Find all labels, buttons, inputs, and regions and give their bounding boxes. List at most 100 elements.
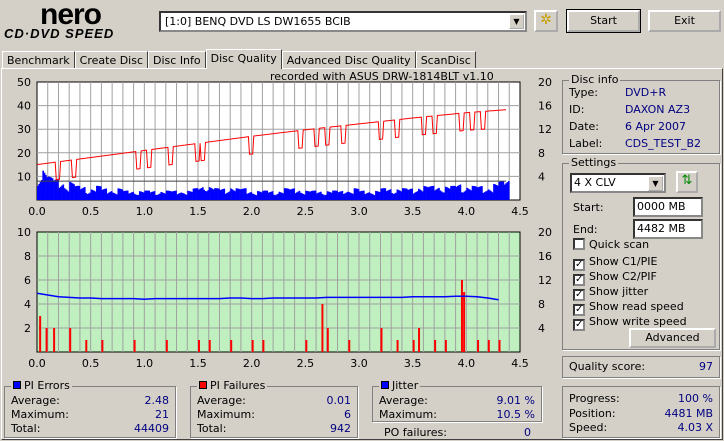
- y2-tick-label: 16: [538, 250, 552, 263]
- advanced-button[interactable]: Advanced: [629, 328, 716, 348]
- tab-disc-info[interactable]: Disc Info: [148, 51, 206, 69]
- pif-bar: [198, 340, 200, 352]
- refresh-icon[interactable]: ⇅: [676, 171, 698, 193]
- max-label: Maximum:: [11, 408, 69, 421]
- x-tick-label: 0.0: [28, 205, 46, 218]
- pif-bar: [305, 340, 308, 352]
- x-tick-label: 0.5: [82, 205, 100, 218]
- x-tick-label: 1.0: [136, 205, 154, 218]
- po-failures-label: PO failures:: [384, 426, 447, 439]
- settings-title: Settings: [569, 156, 619, 169]
- pif-bar: [69, 328, 72, 352]
- y-tick-label: 10: [17, 226, 31, 239]
- progress-label: Progress:: [569, 392, 620, 405]
- pif-bar: [321, 304, 324, 352]
- avg-label: Average:: [379, 394, 428, 407]
- disc-info-title: Disc info: [569, 73, 621, 86]
- tab-scandisc[interactable]: ScanDisc: [415, 51, 476, 69]
- pif-bar: [444, 340, 447, 352]
- tab-disc-quality[interactable]: Disc Quality: [205, 49, 282, 69]
- y-tick-label: 10: [17, 170, 31, 183]
- pi-errors-group: PI Errors Average: 2.48 Maximum: 21 Total:…: [4, 379, 176, 438]
- tab-create-disc[interactable]: Create Disc: [74, 51, 149, 69]
- total-label: Total:: [197, 422, 227, 435]
- show-jitter-checkbox[interactable]: ✓ Show jitter: [573, 285, 648, 301]
- x-tick-label: 2.5: [297, 205, 315, 218]
- pif-bar: [434, 340, 437, 352]
- quick-scan-checkbox[interactable]: Quick scan: [573, 238, 649, 252]
- show-c1-checkbox[interactable]: ✓ Show C1/PIE: [573, 255, 657, 271]
- y-tick-label: 50: [17, 76, 31, 89]
- jitter-avg: 9.01 %: [496, 394, 535, 407]
- plot-area: [36, 81, 521, 201]
- pif-bar: [348, 340, 351, 352]
- max-label: Maximum:: [197, 408, 255, 421]
- y2-tick-label: 16: [538, 100, 552, 113]
- x-tick-label: 3.0: [350, 357, 368, 370]
- speed-select[interactable]: 4 X CLV ▼: [570, 173, 666, 193]
- chevron-down-icon[interactable]: ▼: [509, 14, 524, 29]
- y2-tick-label: 4: [538, 322, 545, 335]
- quality-score-value: 97: [699, 360, 713, 373]
- speed-label: Speed:: [569, 421, 608, 434]
- pif-bar: [251, 340, 254, 352]
- pif-bar: [133, 340, 136, 352]
- pif-bar: [460, 280, 463, 352]
- plot-area: [36, 231, 521, 353]
- pi-errors-title: PI Errors: [11, 379, 72, 392]
- y2-tick-label: 20: [538, 76, 552, 89]
- exit-button[interactable]: Exit: [648, 10, 721, 32]
- y-tick-label: 2: [24, 322, 31, 335]
- pi-avg: 2.48: [144, 394, 170, 407]
- end-input[interactable]: 4482 MB: [633, 219, 703, 239]
- tab-benchmark[interactable]: Benchmark: [2, 51, 75, 69]
- show-c2-label: Show C2/PIF: [589, 270, 657, 283]
- position-label: Position:: [569, 407, 616, 420]
- label-value: CDS_TEST_B2: [625, 137, 702, 150]
- end-label: End:: [573, 223, 598, 236]
- id-value: DAXON AZ3: [625, 103, 691, 116]
- start-button[interactable]: Start: [566, 9, 641, 33]
- x-tick-label: 3.5: [404, 357, 422, 370]
- pif-total: 942: [330, 422, 351, 435]
- pie-bar: [507, 181, 510, 200]
- x-tick-label: 3.5: [404, 205, 422, 218]
- date-value: 6 Apr 2007: [625, 120, 687, 133]
- blue-legend-icon: [13, 381, 21, 389]
- drive-info-icon[interactable]: ✲: [534, 10, 558, 32]
- settings-group: Settings 4 X CLV ▼ ⇅ Start: 0000 MB End: …: [562, 156, 720, 350]
- y-tick-label: 8: [24, 250, 31, 263]
- show-write-speed-checkbox[interactable]: ✓ Show write speed: [573, 315, 687, 331]
- tab-advanced-disc-quality[interactable]: Advanced Disc Quality: [281, 51, 416, 69]
- pif-bar: [412, 340, 415, 352]
- pi-errors-title-text: PI Errors: [24, 379, 70, 392]
- y-tick-label: 6: [24, 274, 31, 287]
- x-tick-label: 4.0: [458, 357, 476, 370]
- pif-bar: [498, 340, 501, 352]
- pif-bar: [85, 340, 88, 352]
- drive-select[interactable]: [1:0] BENQ DVD LS DW1655 BCIB ▼: [159, 11, 527, 32]
- type-value: DVD+R: [625, 86, 667, 99]
- x-tick-label: 1.0: [136, 357, 154, 370]
- pif-bar: [208, 340, 211, 352]
- y2-tick-label: 20: [538, 226, 552, 239]
- x-tick-label: 3.0: [350, 205, 368, 218]
- x-tick-label: 4.0: [458, 205, 476, 218]
- y-tick-label: 4: [24, 298, 31, 311]
- po-failures-value: 0: [524, 426, 531, 439]
- pif-bar: [326, 328, 329, 352]
- show-c2-checkbox[interactable]: ✓ Show C2/PIF: [573, 270, 657, 286]
- y2-tick-label: 4: [538, 170, 545, 183]
- y-tick-label: 20: [17, 147, 31, 160]
- label-label: Label:: [569, 137, 603, 150]
- show-read-speed-checkbox[interactable]: ✓ Show read speed: [573, 300, 684, 316]
- total-label: Total:: [11, 422, 41, 435]
- pif-bar: [45, 328, 48, 352]
- jitter-title: Jitter: [379, 379, 421, 392]
- blue-legend-icon: [381, 381, 389, 389]
- x-tick-label: 0.5: [82, 357, 100, 370]
- chevron-down-icon[interactable]: ▼: [648, 176, 663, 191]
- start-input[interactable]: 0000 MB: [633, 197, 703, 217]
- pif-max: 6: [344, 408, 351, 421]
- pif-bar: [101, 340, 104, 352]
